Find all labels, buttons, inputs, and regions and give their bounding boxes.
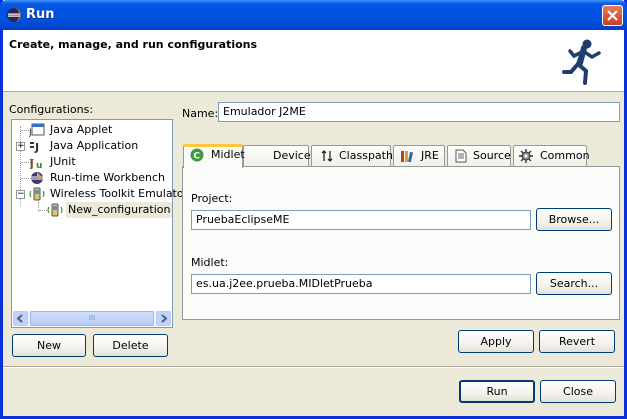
scroll-thumb[interactable]: III — [30, 311, 154, 326]
tab-label: Common — [540, 149, 590, 162]
title-bar[interactable]: Run — [0, 0, 627, 30]
source-file-icon — [455, 149, 467, 163]
tree-item-label: Java Applet — [50, 123, 113, 136]
configurations-label: Configurations: — [9, 103, 94, 116]
tree-item-label: Wireless Toolkit Emulator — [50, 187, 189, 200]
midlet-config-icon — [47, 203, 63, 217]
midlet-field[interactable]: es.ua.j2ee.prueba.MIDletPrueba — [191, 274, 531, 294]
banner-title: Create, manage, and run configurations — [9, 38, 258, 51]
close-icon — [607, 10, 618, 21]
name-label: Name: — [182, 107, 219, 120]
eclipse-icon — [6, 7, 22, 23]
revert-button[interactable]: Revert — [539, 330, 615, 353]
scroll-left-button[interactable] — [13, 311, 28, 326]
project-field[interactable]: PruebaEclipseME — [191, 210, 531, 230]
tree-item-label: Java Application — [50, 139, 139, 152]
tree-item-label: Run-time Workbench — [50, 171, 166, 184]
run-dialog: Run Create, manage, and run configuratio… — [0, 0, 627, 419]
delete-button[interactable]: Delete — [93, 334, 168, 357]
tab-label: Source — [473, 149, 511, 162]
common-settings-icon — [519, 149, 533, 163]
tab-panel-midlet: Project: PruebaEclipseME Browse... Midle… — [182, 166, 620, 320]
workbench-icon — [31, 172, 43, 184]
configurations-tree[interactable]: J Java Applet + J Java Application J u J… — [11, 119, 188, 328]
close-window-button[interactable] — [602, 5, 623, 26]
browse-button[interactable]: Browse... — [536, 208, 612, 231]
bottom-separator — [3, 366, 624, 368]
scroll-thumb-grip: III — [88, 314, 96, 322]
apply-button[interactable]: Apply — [458, 330, 534, 353]
svg-text:J: J — [34, 141, 39, 153]
jre-library-icon — [401, 151, 413, 163]
tab-source[interactable]: Source — [447, 145, 511, 166]
tab-label: Midlet — [211, 148, 245, 161]
expand-icon[interactable]: + — [16, 142, 25, 151]
running-man-icon — [562, 39, 601, 85]
svg-text:C: C — [193, 152, 200, 162]
tab-device[interactable]: Device — [243, 145, 311, 166]
new-button[interactable]: New — [12, 334, 86, 357]
midlet-label: Midlet: — [191, 256, 229, 269]
collapse-icon[interactable]: − — [16, 190, 25, 199]
svg-text:J: J — [29, 128, 32, 137]
tab-label: Classpath — [339, 149, 393, 162]
tab-common[interactable]: Common — [513, 145, 590, 166]
project-label: Project: — [191, 192, 233, 205]
close-button[interactable]: Close — [540, 380, 616, 403]
svg-text:J: J — [29, 157, 34, 169]
midlet-icon: C — [190, 148, 204, 162]
java-application-icon: J — [30, 141, 39, 153]
tree-item-label: JUnit — [50, 155, 76, 168]
name-input[interactable]: Emulador J2ME — [218, 102, 620, 122]
tab-classpath[interactable]: Classpath — [311, 145, 393, 166]
scroll-right-button[interactable] — [156, 311, 171, 326]
search-button[interactable]: Search... — [536, 272, 612, 295]
tab-midlet[interactable]: C Midlet — [183, 144, 245, 168]
arrow-left-icon — [16, 314, 23, 323]
run-button[interactable]: Run — [459, 380, 535, 403]
tab-jre[interactable]: JRE — [393, 145, 445, 166]
wireless-toolkit-icon — [29, 187, 45, 201]
window-title: Run — [26, 7, 55, 22]
tab-label: Device — [273, 149, 311, 162]
java-applet-icon: J — [29, 123, 45, 137]
junit-icon: J u — [29, 157, 42, 169]
arrow-right-icon — [161, 314, 168, 323]
svg-text:u: u — [36, 161, 42, 169]
header-banner: Create, manage, and run configurations — [3, 30, 624, 92]
tree-guide-line — [39, 210, 47, 211]
tree-item-label: New_configuration — [66, 202, 173, 218]
tab-label: JRE — [421, 149, 439, 162]
classpath-icon — [321, 150, 333, 162]
horizontal-scrollbar[interactable]: III — [13, 311, 171, 326]
